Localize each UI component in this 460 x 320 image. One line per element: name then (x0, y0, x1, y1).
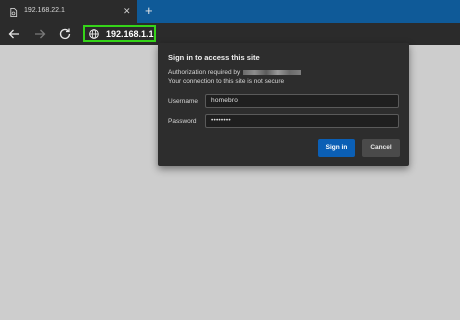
authorization-prefix: Authorization required by (168, 69, 241, 76)
username-label: Username (168, 98, 198, 105)
password-label: Password (168, 118, 197, 125)
authorization-text: Authorization required by (168, 69, 302, 76)
dialog-title: Sign in to access this site (168, 53, 260, 62)
tab-title: 192.168.22.1 (24, 7, 65, 14)
cancel-button[interactable]: Cancel (362, 139, 400, 157)
refresh-icon[interactable] (57, 26, 73, 42)
insecure-warning: Your connection to this site is not secu… (168, 78, 285, 85)
back-arrow-icon[interactable] (6, 26, 22, 42)
plus-icon[interactable]: + (145, 4, 153, 18)
sign-in-button[interactable]: Sign in (318, 139, 355, 157)
browser-toolbar (0, 23, 460, 45)
tab-strip: 192.168.22.1 ✕ + (0, 0, 460, 23)
browser-tab[interactable]: 192.168.22.1 ✕ (0, 0, 137, 23)
page-icon (10, 8, 18, 17)
redacted-host (243, 69, 302, 75)
username-field[interactable]: homebro (205, 94, 399, 108)
username-value: homebro (211, 97, 239, 104)
globe-icon (89, 29, 99, 39)
address-bar[interactable]: 192.168.1.1 (83, 25, 156, 42)
sign-in-dialog: Sign in to access this site Authorizatio… (158, 43, 409, 166)
password-value: •••••••• (211, 117, 231, 124)
forward-arrow-icon[interactable] (32, 26, 48, 42)
password-field[interactable]: •••••••• (205, 114, 399, 128)
url-text: 192.168.1.1 (106, 29, 154, 39)
close-icon[interactable]: ✕ (123, 6, 131, 16)
